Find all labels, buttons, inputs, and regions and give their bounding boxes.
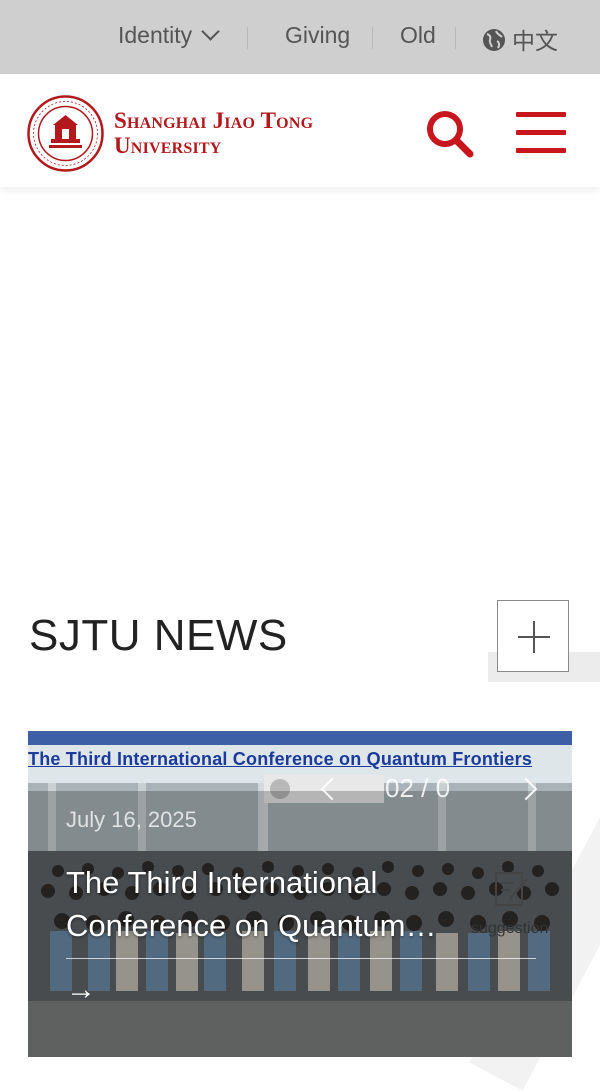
chevron-down-icon	[201, 22, 220, 41]
search-icon	[427, 111, 474, 158]
hamburger-bar	[516, 148, 566, 153]
divider	[455, 27, 456, 49]
more-news-button[interactable]	[497, 600, 569, 672]
language-switch[interactable]: 中文	[482, 22, 558, 56]
university-wordmark[interactable]: Shanghai Jiao Tong University	[114, 108, 313, 158]
photo-banner-text: The Third International Conference on Qu…	[28, 749, 533, 769]
site-header: Shanghai Jiao Tong University	[0, 74, 600, 187]
hamburger-bar	[516, 130, 566, 135]
identity-dropdown[interactable]: Identity	[118, 22, 220, 49]
university-seal-logo[interactable]	[27, 95, 104, 172]
language-label: 中文	[512, 28, 558, 54]
carousel-counter: 02 / 0	[385, 773, 451, 803]
news-date: July 16, 2025	[66, 807, 197, 832]
divider	[247, 27, 248, 49]
section-title: SJTU NEWS	[29, 611, 288, 660]
hamburger-bar	[516, 112, 566, 117]
suggestion-label[interactable]: suggestion	[471, 920, 548, 938]
menu-button[interactable]	[516, 112, 566, 154]
divider	[372, 27, 373, 49]
old-link[interactable]: Old	[400, 22, 436, 49]
giving-link[interactable]: Giving	[285, 22, 350, 49]
wordmark-line2: University	[114, 133, 222, 158]
read-more-arrow-icon[interactable]: →	[66, 973, 96, 1007]
edit-note-icon[interactable]	[494, 869, 530, 909]
news-carousel-card[interactable]: The Third International Conference on Qu…	[28, 731, 572, 1057]
utility-bar: Identity Giving Old 中文	[0, 0, 600, 74]
card-divider	[66, 958, 536, 959]
identity-label: Identity	[118, 22, 193, 48]
globe-icon	[483, 29, 505, 51]
news-headline[interactable]: The Third International Conference on Qu…	[66, 861, 486, 947]
search-button[interactable]	[424, 108, 476, 160]
wordmark-line1: Shanghai Jiao Tong	[114, 108, 314, 133]
